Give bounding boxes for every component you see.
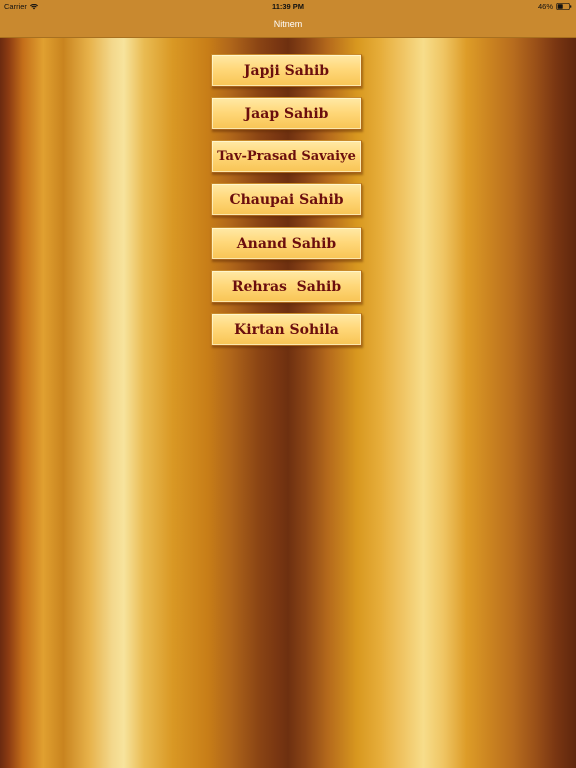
status-bar: Carrier 11:39 PM 46%: [0, 0, 576, 13]
tav-prasad-savaiye-button[interactable]: Tav-Prasad Savaiye: [211, 140, 362, 173]
status-battery: 46%: [538, 0, 572, 13]
japji-sahib-button[interactable]: Japji Sahib: [211, 54, 362, 87]
jaap-sahib-button[interactable]: Jaap Sahib: [211, 97, 362, 130]
status-time: 11:39 PM: [271, 2, 305, 11]
kirtan-sohila-button[interactable]: Kirtan Sohila: [211, 313, 362, 346]
chaupai-sahib-button[interactable]: Chaupai Sahib: [211, 183, 362, 216]
battery-percent: 46%: [537, 2, 553, 11]
navigation-bar: Nitnem: [0, 13, 576, 38]
anand-sahib-button[interactable]: Anand Sahib: [211, 227, 362, 260]
rehras-sahib-button[interactable]: Rehras Sahib: [211, 270, 362, 303]
battery-icon: [556, 3, 572, 10]
app-screen: Carrier 11:39 PM 46% Nitnem Japji Sahib …: [0, 0, 576, 768]
page-title: Nitnem: [273, 19, 303, 29]
